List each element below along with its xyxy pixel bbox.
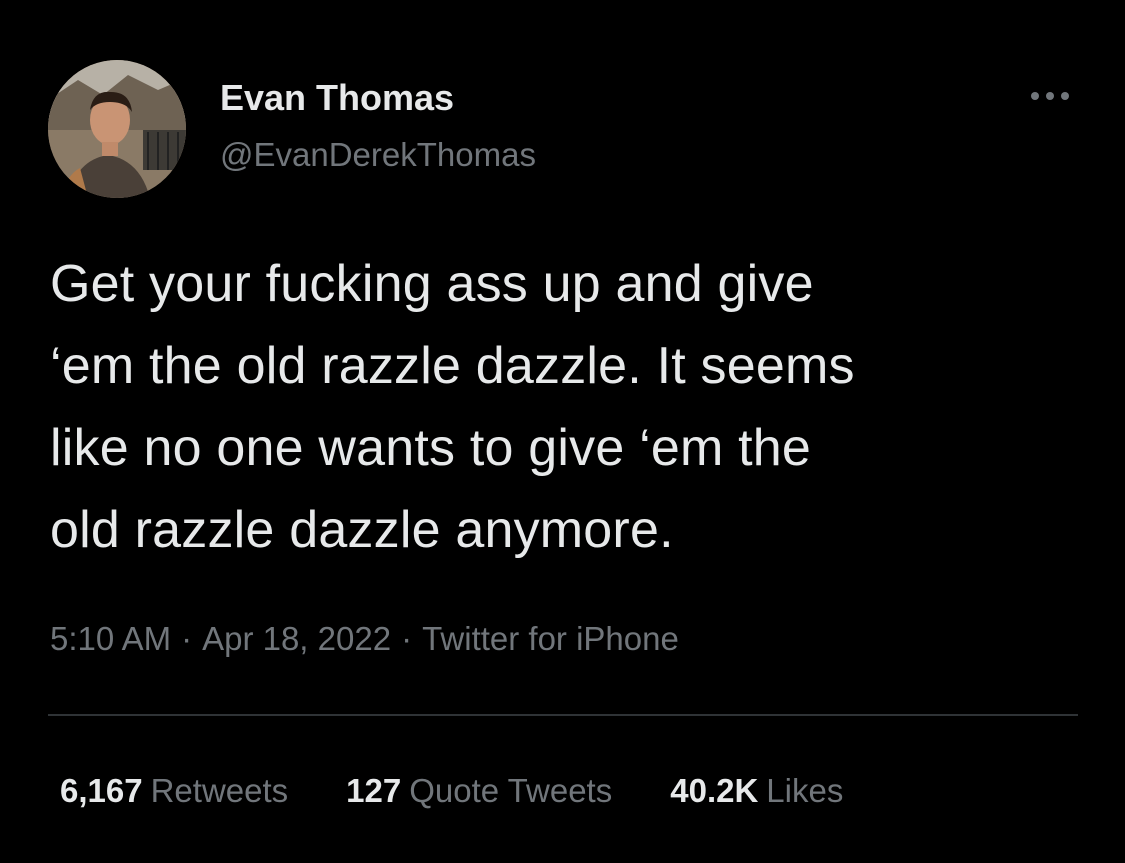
quote-tweets-label: Quote Tweets bbox=[409, 772, 613, 809]
likes-stat[interactable]: 40.2K Likes bbox=[670, 769, 843, 813]
display-name[interactable]: Evan Thomas bbox=[220, 76, 536, 120]
tweet-date[interactable]: Apr 18, 2022 bbox=[202, 620, 391, 657]
avatar[interactable] bbox=[48, 60, 186, 198]
tweet-text-line: Get your fucking ass up and give bbox=[50, 255, 814, 313]
quote-tweets-count: 127 bbox=[346, 772, 402, 809]
user-handle[interactable]: @EvanDerekThomas bbox=[220, 134, 536, 176]
likes-count: 40.2K bbox=[670, 772, 759, 809]
tweet-text-line: like no one wants to give ‘em the bbox=[50, 419, 812, 477]
divider bbox=[48, 714, 1078, 716]
profile-photo-icon bbox=[48, 60, 186, 198]
meta-separator: · bbox=[181, 620, 193, 657]
meta-separator: · bbox=[401, 620, 413, 657]
more-options-button[interactable] bbox=[1020, 78, 1080, 114]
engagement-stats: 6,167 Retweets 127 Quote Tweets 40.2K Likes bbox=[60, 769, 901, 813]
retweets-count: 6,167 bbox=[60, 772, 143, 809]
tweet-card: Evan Thomas @EvanDerekThomas Get your fu… bbox=[0, 0, 1125, 863]
author-block: Evan Thomas @EvanDerekThomas bbox=[220, 76, 536, 176]
tweet-text-line: old razzle dazzle anymore. bbox=[50, 501, 674, 559]
tweet-text-line: ‘em the old razzle dazzle. It seems bbox=[50, 337, 855, 395]
likes-label: Likes bbox=[766, 772, 844, 809]
quote-tweets-stat[interactable]: 127 Quote Tweets bbox=[346, 769, 612, 813]
retweets-stat[interactable]: 6,167 Retweets bbox=[60, 769, 288, 813]
ellipsis-icon bbox=[1031, 92, 1069, 100]
tweet-time[interactable]: 5:10 AM bbox=[50, 620, 171, 657]
tweet-source-link[interactable]: Twitter for iPhone bbox=[422, 620, 679, 657]
tweet-text: Get your fucking ass up and give ‘em the… bbox=[50, 243, 1090, 571]
retweets-label: Retweets bbox=[150, 772, 289, 809]
tweet-metadata: 5:10 AM · Apr 18, 2022 · Twitter for iPhone bbox=[50, 617, 679, 661]
